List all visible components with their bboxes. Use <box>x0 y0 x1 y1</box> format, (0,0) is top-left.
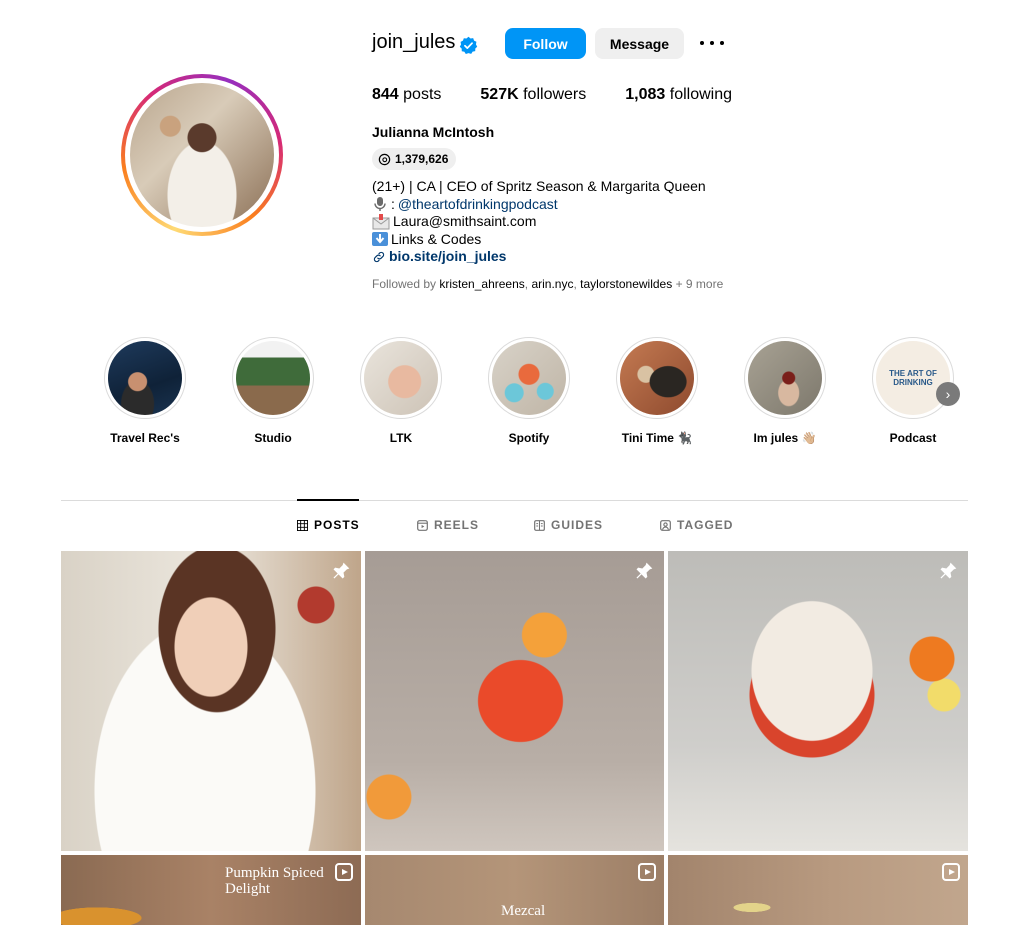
highlight-travel-recs[interactable]: Travel Rec's <box>103 337 187 445</box>
post-tile-6[interactable] <box>668 855 968 925</box>
highlight-label: Travel Rec's <box>110 431 180 445</box>
highlight-label: Studio <box>254 431 292 445</box>
bio-line-3: Laura@smithsaint.com <box>372 213 706 231</box>
tab-label: GUIDES <box>551 518 604 532</box>
tabs-divider <box>61 500 968 501</box>
contact-email: Laura@smithsaint.com <box>393 213 537 229</box>
podcast-mention-link[interactable]: @theartofdrinkingpodcast <box>398 196 558 214</box>
envelope-icon <box>372 213 390 230</box>
followers-label: followers <box>523 86 587 103</box>
followers-count: 527K <box>480 86 519 103</box>
tagged-icon <box>660 519 671 531</box>
follow-button[interactable]: Follow <box>505 28 586 59</box>
bio-line-2-prefix: : <box>391 195 395 212</box>
highlight-im-jules[interactable]: Im jules 👋🏼 <box>743 337 827 445</box>
podcast-cover-text: THE ART OF DRINKING <box>889 369 937 387</box>
bio-link[interactable]: bio.site/join_jules <box>389 248 506 266</box>
pinned-post-icon <box>940 562 957 579</box>
guides-icon <box>534 519 545 531</box>
down-arrow-icon <box>372 232 388 247</box>
posts-label: posts <box>403 86 442 103</box>
more-options-icon[interactable] <box>700 33 724 53</box>
tab-label: TAGGED <box>677 518 734 532</box>
link-icon <box>373 251 385 262</box>
post-tile-1[interactable] <box>61 551 361 851</box>
highlight-spotify[interactable]: Spotify <box>487 337 571 445</box>
profile-stats: 844 posts 527K followers 1,083 following <box>372 86 732 104</box>
highlights-next-chevron-icon[interactable]: › <box>936 382 960 406</box>
highlight-studio[interactable]: Studio <box>231 337 315 445</box>
post-caption: Mezcal <box>501 903 546 919</box>
profile-bio: (21+) | CA | CEO of Spritz Season & Marg… <box>372 178 706 266</box>
verified-badge-icon <box>459 36 478 54</box>
profile-avatar[interactable] <box>121 74 283 236</box>
pinned-post-icon <box>333 562 350 579</box>
bio-line-2: : @theartofdrinkingpodcast <box>372 196 706 214</box>
highlight-label: Podcast <box>889 431 937 445</box>
profile-username: join_jules <box>372 31 456 53</box>
followers-stat[interactable]: 527K followers <box>480 86 586 104</box>
profile-full-name: Julianna McIntosh <box>372 124 495 140</box>
bio-line-1: (21+) | CA | CEO of Spritz Season & Marg… <box>372 178 706 194</box>
post-tile-3[interactable] <box>668 551 968 851</box>
bio-line-4: Links & Codes <box>372 231 706 249</box>
highlight-label: Tini Time 🐈‍⬛ <box>621 431 693 445</box>
followed-by-separator-2: , <box>573 277 577 291</box>
tab-guides[interactable]: GUIDES <box>534 518 603 532</box>
followed-by-user-1[interactable]: kristen_ahreens <box>439 277 524 291</box>
reel-icon <box>942 863 960 881</box>
threads-icon <box>378 153 391 165</box>
tab-posts[interactable]: POSTS <box>297 518 360 532</box>
post-tile-2[interactable] <box>365 551 664 851</box>
avatar-inner-ring <box>125 78 279 232</box>
followed-by-user-3[interactable]: taylorstonewildes <box>580 277 672 291</box>
tab-label: POSTS <box>314 518 360 532</box>
followed-by-prefix: Followed by <box>372 277 437 291</box>
posts-stat[interactable]: 844 posts <box>372 86 441 104</box>
tab-reels[interactable]: REELS <box>417 518 479 532</box>
highlight-ltk[interactable]: LTK <box>359 337 443 445</box>
threads-count: 1,379,626 <box>395 152 449 166</box>
pinned-post-icon <box>636 562 653 579</box>
followed-by[interactable]: Followed by kristen_ahreens, arin.nyc, t… <box>372 277 723 291</box>
reel-icon <box>638 863 656 881</box>
bio-line-5: bio.site/join_jules <box>372 248 706 266</box>
following-label: following <box>669 86 733 103</box>
reel-icon <box>335 863 353 881</box>
following-stat[interactable]: 1,083 following <box>625 86 732 104</box>
post-tile-5[interactable]: Mezcal <box>365 855 664 925</box>
microphone-icon <box>374 197 386 212</box>
followed-by-more: + 9 more <box>675 277 724 291</box>
followed-by-user-2[interactable]: arin.nyc <box>531 277 573 291</box>
reels-icon <box>417 519 428 531</box>
grid-icon <box>297 519 308 531</box>
followed-by-separator-1: , <box>524 277 529 291</box>
active-tab-indicator <box>297 499 359 501</box>
threads-badge[interactable]: 1,379,626 <box>372 148 457 170</box>
post-caption: Pumpkin Spiced Delight <box>225 865 324 897</box>
posts-count: 844 <box>372 86 399 103</box>
tab-label: REELS <box>434 518 480 532</box>
highlight-label: Im jules 👋🏼 <box>753 431 817 445</box>
links-codes-text: Links & Codes <box>391 230 482 247</box>
tab-tagged[interactable]: TAGGED <box>660 518 733 532</box>
message-button[interactable]: Message <box>595 28 684 59</box>
avatar-photo <box>130 83 274 227</box>
following-count: 1,083 <box>625 86 666 103</box>
highlight-label: LTK <box>389 431 413 445</box>
highlight-label: Spotify <box>508 431 550 445</box>
post-tile-4[interactable]: Pumpkin Spiced Delight <box>61 855 361 925</box>
highlight-tini-time[interactable]: Tini Time 🐈‍⬛ <box>615 337 699 445</box>
